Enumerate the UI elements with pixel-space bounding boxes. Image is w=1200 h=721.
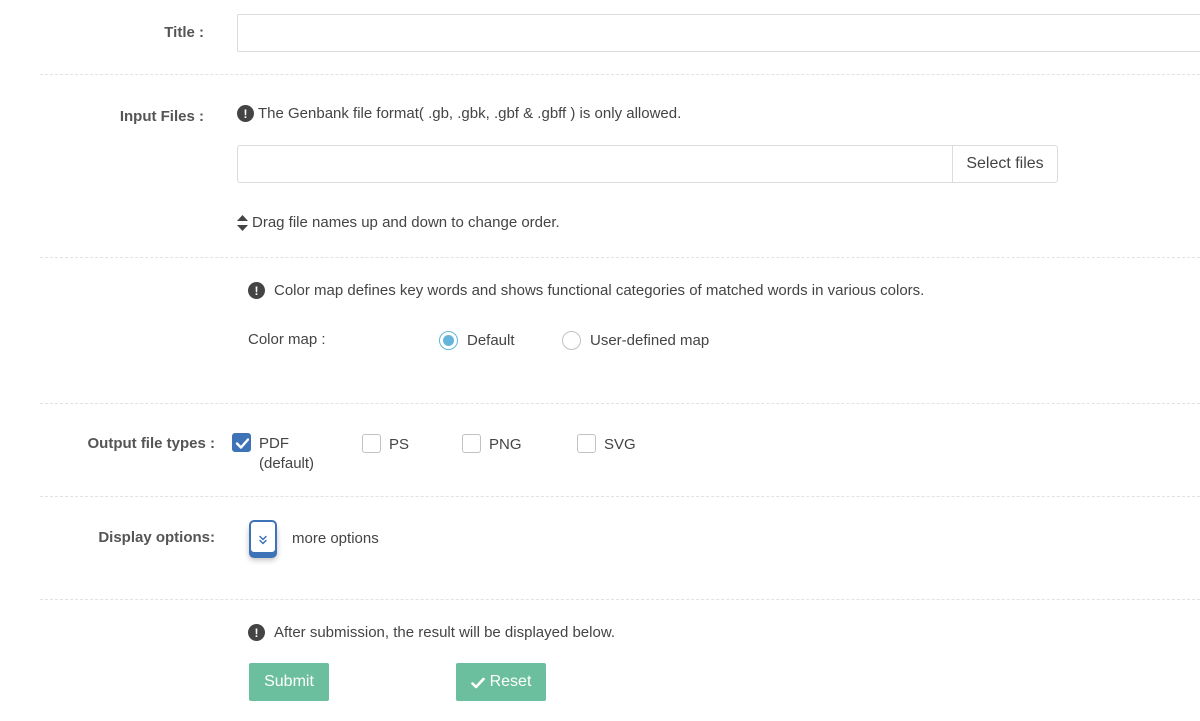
more-options-label[interactable]: more options bbox=[292, 530, 379, 547]
submit-button[interactable]: Submit bbox=[249, 663, 329, 701]
radio-default-label[interactable]: Default bbox=[467, 332, 515, 349]
file-format-note: The Genbank file format( .gb, .gbk, .gbf… bbox=[258, 105, 682, 122]
output-file-types-label: Output file types : bbox=[87, 435, 216, 452]
info-icon: ! bbox=[248, 624, 265, 641]
title-label: Title : bbox=[164, 24, 204, 41]
info-icon: ! bbox=[237, 105, 254, 122]
input-files-label: Input Files : bbox=[119, 108, 204, 125]
checkbox-png-label[interactable]: PNG bbox=[489, 436, 522, 453]
check-icon bbox=[470, 676, 485, 689]
radio-user-defined-map[interactable] bbox=[562, 331, 581, 350]
checkbox-svg-label[interactable]: SVG bbox=[604, 436, 636, 453]
title-input[interactable] bbox=[237, 14, 1200, 52]
selected-files-field[interactable] bbox=[237, 145, 954, 183]
color-map-label: Color map : bbox=[248, 331, 326, 348]
drag-order-note: Drag file names up and down to change or… bbox=[252, 214, 560, 231]
checkbox-ps[interactable] bbox=[362, 434, 381, 453]
radio-default[interactable] bbox=[439, 331, 458, 350]
checkbox-pdf-label[interactable]: PDF bbox=[259, 435, 289, 452]
checkbox-ps-label[interactable]: PS bbox=[389, 436, 409, 453]
checkbox-png[interactable] bbox=[462, 434, 481, 453]
reset-label: Reset bbox=[489, 673, 532, 690]
more-options-toggle-button[interactable] bbox=[249, 520, 277, 554]
radio-user-defined-label[interactable]: User-defined map bbox=[590, 332, 709, 349]
submit-label: Submit bbox=[264, 673, 314, 690]
display-options-label: Display options: bbox=[98, 529, 215, 546]
checkbox-pdf[interactable] bbox=[232, 433, 251, 452]
checkbox-pdf-sublabel: (default) bbox=[259, 455, 315, 472]
info-icon: ! bbox=[248, 282, 265, 299]
submission-note: After submission, the result will be dis… bbox=[274, 624, 616, 641]
reset-button[interactable]: Reset bbox=[456, 663, 546, 701]
sort-icon bbox=[237, 214, 248, 231]
checkbox-svg[interactable] bbox=[577, 434, 596, 453]
select-files-button[interactable]: Select files bbox=[952, 145, 1058, 183]
double-chevron-down-icon bbox=[258, 532, 268, 545]
color-map-note: Color map defines key words and shows fu… bbox=[274, 282, 925, 299]
